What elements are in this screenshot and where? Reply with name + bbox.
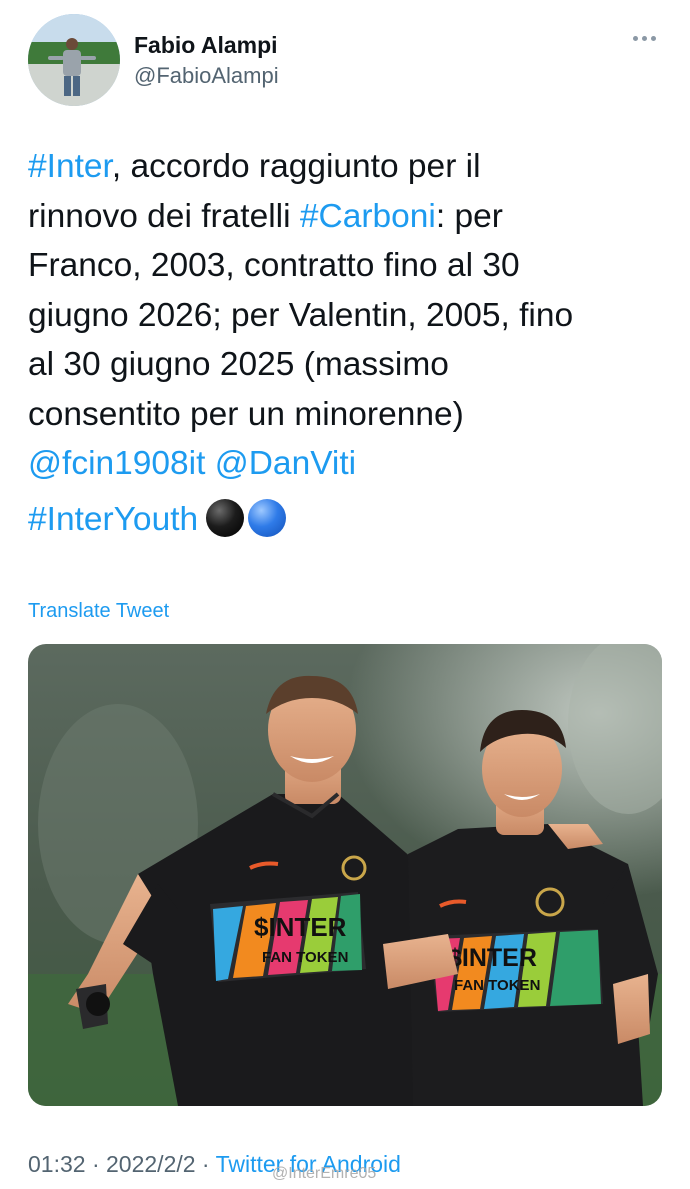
tweet-line: #InterYouth — [28, 495, 668, 545]
hashtag-carboni[interactable]: #Carboni — [300, 198, 436, 235]
mention-danviti[interactable]: @DanViti — [215, 445, 356, 482]
tweet-text-segment: , accordo raggiunto per il — [111, 148, 481, 185]
tweet-header: Fabio Alampi @FabioAlampi — [28, 14, 668, 106]
translate-tweet-link[interactable]: Translate Tweet — [28, 598, 169, 624]
tweet-time[interactable]: 01:32 — [28, 1151, 86, 1177]
tweet-line: consentito per un minorenne) — [28, 395, 464, 433]
tweet-text-segment: : per — [435, 197, 503, 235]
tweet-line: al 30 giugno 2025 (massimo — [28, 346, 449, 383]
meta-separator: · — [85, 1151, 107, 1177]
tweet-text: #Inter, accordo raggiunto per il rinnovo… — [28, 142, 668, 544]
tweet-line: giugno 2026; per Valentin, 2005, fino — [28, 296, 574, 334]
avatar[interactable] — [28, 14, 120, 106]
tweet-line: @fcin1908it @DanViti — [28, 439, 668, 489]
jersey-sponsor-subtext: FAN TOKEN — [262, 949, 348, 966]
author-handle[interactable]: @FabioAlampi — [134, 61, 279, 91]
meta-separator: · — [195, 1151, 216, 1177]
hashtag-interyouth[interactable]: #InterYouth — [28, 501, 198, 538]
tweet-date[interactable]: 2022/2/2 — [106, 1151, 196, 1177]
jersey-sponsor-text: $INTER — [254, 912, 347, 942]
tweet-line: #Inter, accordo raggiunto per il — [28, 142, 668, 192]
tweet-line: rinnovo dei fratelli #Carboni: per — [28, 192, 668, 242]
blue-circle-emoji — [248, 498, 287, 537]
jersey-sponsor-subtext: FAN TOKEN — [454, 977, 540, 994]
more-options-icon[interactable] — [629, 32, 660, 45]
tweet-text-segment: rinnovo dei fratelli — [28, 197, 300, 235]
image-watermark: @InterEmre05 — [272, 1165, 377, 1182]
mention-fcin1908it[interactable]: @fcin1908it — [28, 445, 205, 482]
author-display-name[interactable]: Fabio Alampi — [134, 30, 279, 60]
tweet-line: Franco, 2003, contratto fino al 30 — [28, 247, 520, 284]
author-info: Fabio Alampi @FabioAlampi — [134, 30, 279, 91]
tweet-photo[interactable]: $INTER FAN TOKEN $INTER FAN TOKEN — [28, 644, 662, 1106]
jersey-sponsor-text: $INTER — [448, 944, 537, 972]
hashtag-inter[interactable]: #Inter — [28, 148, 112, 185]
black-circle-emoji — [206, 498, 245, 537]
